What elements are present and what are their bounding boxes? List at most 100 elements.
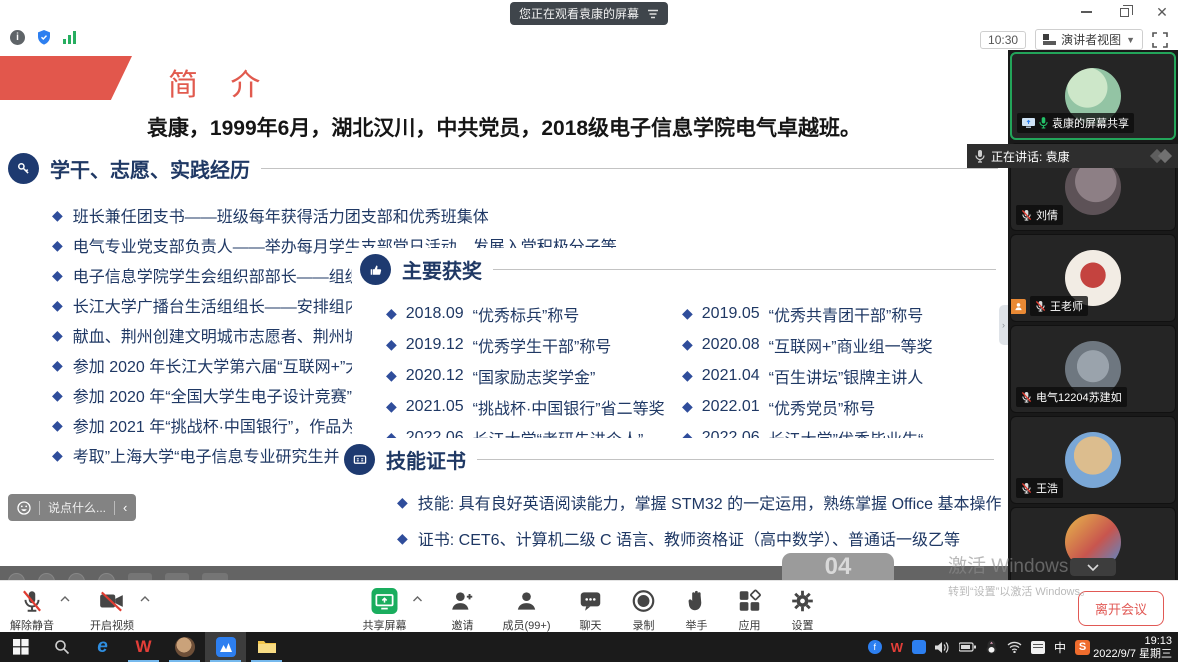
raise-hand-button[interactable]: 举手 bbox=[684, 588, 710, 633]
taskbar-edge-icon[interactable]: e bbox=[82, 632, 123, 662]
wps-tray-icon[interactable]: W bbox=[891, 640, 903, 655]
mic-muted-icon bbox=[1021, 482, 1032, 494]
next-slide-icon[interactable] bbox=[38, 573, 55, 580]
fullscreen-icon[interactable] bbox=[1152, 32, 1168, 48]
award-title: “优秀党员”称号 bbox=[769, 395, 876, 419]
members-button[interactable]: 成员(99+) bbox=[503, 588, 551, 633]
quick-chat-bar[interactable]: 说点什么... ‹ bbox=[8, 494, 136, 521]
diamond-bullet-icon: ◆ bbox=[52, 357, 63, 374]
host-badge-icon bbox=[1011, 299, 1026, 314]
divider bbox=[114, 501, 115, 515]
participant-tile-yuankang-share[interactable]: 袁康的屏幕共享 bbox=[1010, 52, 1176, 140]
unmute-button[interactable]: 解除静音 bbox=[10, 588, 54, 633]
taskbar-avatar-app-icon[interactable] bbox=[164, 632, 205, 662]
awards-column-left: ◆ 2018.09 “优秀标兵”称号 ◆ 2019.12 “优秀学生干部”称号 … bbox=[386, 298, 686, 453]
video-options-chevron-icon[interactable] bbox=[140, 596, 150, 602]
participant-label: 刘倩 bbox=[1016, 205, 1063, 225]
volume-icon[interactable] bbox=[935, 641, 950, 654]
share-screen-button[interactable]: 共享屏幕 bbox=[363, 588, 407, 633]
chat-input-placeholder[interactable]: 说点什么... bbox=[48, 499, 106, 516]
prev-slide-icon[interactable] bbox=[8, 573, 25, 580]
participant-tile-wanghao[interactable]: 王浩 bbox=[1010, 416, 1176, 504]
skill-item: ◆ 技能: 具有良好英语阅读能力，掌握 STM32 的一定运用，熟练掌握 Off… bbox=[397, 484, 1002, 520]
raise-hand-label: 举手 bbox=[686, 617, 708, 633]
watching-banner[interactable]: 您正在观看袁康的屏幕 bbox=[510, 2, 668, 25]
taskbar-meeting-icon[interactable] bbox=[205, 632, 246, 662]
award-title: “优秀共青团干部”称号 bbox=[769, 302, 924, 326]
pen-icon[interactable] bbox=[68, 573, 85, 580]
close-icon[interactable]: ✕ bbox=[1154, 4, 1170, 20]
share-options-chevron-icon[interactable] bbox=[413, 596, 423, 633]
taskbar-clock[interactable]: 19:13 2022/9/7 星期三 bbox=[1093, 635, 1172, 660]
zoom-tool-icon[interactable] bbox=[165, 573, 189, 580]
emoji-icon[interactable] bbox=[17, 501, 31, 515]
mic-muted-icon bbox=[1021, 391, 1032, 403]
diamond-bullet-icon: ◆ bbox=[52, 327, 63, 344]
meeting-logo-icon bbox=[1152, 151, 1170, 161]
slide-overview-icon[interactable] bbox=[128, 573, 152, 580]
participant-name: 刘倩 bbox=[1036, 207, 1058, 223]
start-video-label: 开启视频 bbox=[90, 617, 134, 633]
laser-pointer-icon[interactable] bbox=[98, 573, 115, 580]
meeting-info-icon[interactable]: i bbox=[10, 30, 25, 45]
experience-item-text: 考取”上海大学“电子信息专业研究生并获 bbox=[73, 443, 356, 467]
settings-button[interactable]: 设置 bbox=[790, 588, 816, 633]
taskbar-explorer-icon[interactable] bbox=[246, 632, 287, 662]
unmute-label: 解除静音 bbox=[10, 617, 54, 633]
sidebar-scroll-down-icon[interactable] bbox=[1070, 558, 1116, 576]
security-shield-icon[interactable] bbox=[37, 30, 51, 45]
experience-section-header: 学干、志愿、实践经历 bbox=[8, 153, 998, 184]
leave-meeting-button[interactable]: 离开会议 bbox=[1078, 591, 1164, 626]
screen-share-icon bbox=[1022, 118, 1035, 128]
diamond-bullet-icon: ◆ bbox=[682, 305, 693, 322]
award-row: ◆ 2020.12 “国家励志奖学金” bbox=[386, 360, 686, 391]
banner-filter-icon[interactable] bbox=[647, 9, 659, 19]
collapse-left-icon[interactable]: ‹ bbox=[123, 500, 127, 515]
view-mode-button[interactable]: 演讲者视图 ▼ bbox=[1035, 29, 1143, 50]
diamond-bullet-icon: ◆ bbox=[52, 447, 63, 464]
apps-button[interactable]: 应用 bbox=[737, 588, 763, 633]
more-options-icon[interactable]: … bbox=[202, 573, 228, 580]
award-title: “百生讲坛”银牌主讲人 bbox=[769, 364, 924, 388]
invite-button[interactable]: 邀请 bbox=[450, 588, 476, 633]
diamond-bullet-icon: ◆ bbox=[386, 336, 397, 353]
skill-item-text: 证书: CET6、计算机二级 C 语言、教师资格证（高中数学）、普通话一级乙等 bbox=[418, 526, 960, 550]
sogou-tray-icon[interactable]: S bbox=[1075, 640, 1090, 655]
wifi-icon[interactable] bbox=[1007, 641, 1022, 653]
meeting-tray-icon[interactable] bbox=[912, 640, 926, 654]
award-date: 2021.04 bbox=[702, 367, 760, 385]
record-button[interactable]: 录制 bbox=[631, 588, 657, 633]
participant-name: 王老师 bbox=[1050, 298, 1083, 314]
start-video-button[interactable]: 开启视频 bbox=[90, 588, 134, 633]
restore-icon[interactable] bbox=[1116, 4, 1132, 20]
flash-tray-icon[interactable]: f bbox=[868, 640, 882, 654]
presenter-controls: … bbox=[8, 573, 228, 580]
mic-options-chevron-icon[interactable] bbox=[60, 596, 70, 602]
experience-item: ◆ 班长兼任团支书——班级每年获得活力团支部和优秀班集体 bbox=[52, 200, 1008, 230]
qq-penguin-icon[interactable] bbox=[985, 640, 998, 654]
taskbar-search-icon[interactable] bbox=[41, 632, 82, 662]
red-ribbon-shape bbox=[0, 56, 132, 100]
meeting-status-icons: i bbox=[10, 30, 76, 45]
notification-icon[interactable] bbox=[1031, 641, 1045, 654]
taskbar-wps-icon[interactable]: W bbox=[123, 632, 164, 662]
chat-button[interactable]: 聊天 bbox=[578, 588, 604, 633]
start-button[interactable] bbox=[0, 632, 41, 662]
diamond-bullet-icon: ◆ bbox=[682, 336, 693, 353]
participant-name: 袁康的屏幕共享 bbox=[1052, 115, 1129, 131]
ime-indicator[interactable]: 中 bbox=[1054, 639, 1066, 656]
participant-tile-wanglaoshi[interactable]: 王老师 bbox=[1010, 234, 1176, 322]
slide-section-tag: 简 介 bbox=[168, 60, 272, 104]
diamond-bullet-icon: ◆ bbox=[386, 367, 397, 384]
window-controls: ✕ bbox=[1078, 4, 1170, 20]
sidebar-collapse-handle[interactable]: › bbox=[999, 305, 1008, 345]
minimize-icon[interactable] bbox=[1078, 4, 1094, 20]
certificate-icon bbox=[344, 444, 375, 475]
participant-label: 袁康的屏幕共享 bbox=[1017, 113, 1134, 133]
network-signal-icon[interactable] bbox=[63, 31, 76, 44]
battery-icon[interactable] bbox=[959, 642, 976, 652]
participant-tile-sujianru[interactable]: 电气12204苏建如 bbox=[1010, 325, 1176, 413]
participant-name: 电气12204苏建如 bbox=[1036, 389, 1122, 405]
share-screen-icon bbox=[372, 588, 398, 614]
award-row: ◆ 2021.04 “百生讲坛”银牌主讲人 bbox=[682, 360, 1004, 391]
